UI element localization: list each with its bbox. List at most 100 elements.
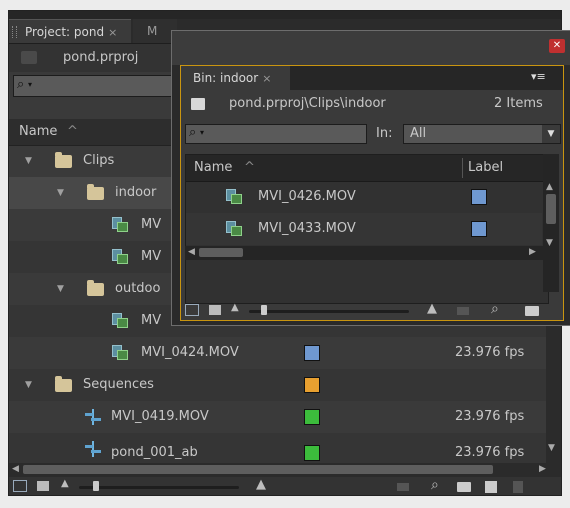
close-icon[interactable]: ✕	[549, 39, 565, 53]
chevron-down-icon[interactable]: ▼	[542, 125, 560, 143]
item-name: MV	[141, 217, 162, 232]
icon-view-icon[interactable]	[209, 305, 221, 315]
panel-top-edge	[9, 11, 561, 19]
frame-rate: 23.976 fps	[455, 445, 525, 460]
new-item-icon[interactable]	[485, 481, 497, 493]
bin-window[interactable]: ✕ Bin: indoor × ▾≡ pond.prproj\Clips\indo…	[171, 30, 570, 326]
in-label: In:	[376, 126, 393, 141]
list-item[interactable]: MVI_0426.MOV	[186, 181, 542, 213]
label-color-swatch[interactable]	[304, 345, 320, 361]
automate-sequence-icon[interactable]	[457, 307, 469, 315]
vertical-scrollbar[interactable]: ▲ ▼	[543, 154, 559, 292]
tab-bin[interactable]: Bin: indoor ×	[181, 66, 290, 90]
scrollbar-thumb[interactable]	[199, 248, 243, 257]
item-name: MVI_0419.MOV	[111, 409, 209, 424]
item-name: MV	[141, 249, 162, 264]
item-name: MVI_0433.MOV	[258, 221, 356, 236]
bin-search-input[interactable]: ⌕ ▾	[185, 124, 367, 144]
automate-sequence-icon[interactable]	[397, 483, 409, 491]
up-folder-icon[interactable]	[191, 98, 205, 110]
scroll-left-arrow-icon[interactable]: ◀	[188, 247, 195, 257]
name-column-header[interactable]: Name	[19, 124, 57, 139]
bin-bottom-toolbar: ▲ ▲ ⌕	[181, 301, 563, 320]
item-name: indoor	[115, 185, 157, 200]
tab-close-icon[interactable]: ×	[262, 72, 271, 85]
new-bin-icon[interactable]	[525, 306, 539, 316]
project-search-input[interactable]: ⌕ ▾	[13, 75, 173, 97]
icon-view-icon[interactable]	[37, 481, 49, 491]
bin-path: pond.prproj\Clips\indoor	[229, 96, 386, 111]
zoom-out-icon[interactable]: ▲	[61, 478, 69, 489]
project-bottom-toolbar: ▲ ▲ ⌕	[9, 477, 561, 495]
item-name: MV	[141, 313, 162, 328]
tab-project-label: Project: pond	[25, 25, 105, 39]
list-item[interactable]: MVI_0433.MOV	[186, 213, 542, 245]
label-color-swatch[interactable]	[471, 189, 487, 205]
scroll-left-arrow-icon[interactable]: ◀	[12, 464, 19, 474]
scroll-down-arrow-icon[interactable]: ▼	[548, 443, 555, 453]
search-icon: ⌕	[189, 125, 197, 140]
clip-icon	[226, 189, 242, 205]
zoom-slider-handle[interactable]	[93, 481, 99, 491]
disclosure-triangle-icon[interactable]: ▼	[25, 369, 32, 401]
new-bin-icon[interactable]	[457, 482, 471, 492]
zoom-in-icon[interactable]: ▲	[256, 477, 266, 492]
zoom-slider[interactable]	[249, 310, 409, 313]
list-view-icon[interactable]	[13, 480, 27, 492]
disclosure-triangle-icon[interactable]: ▼	[57, 273, 64, 305]
column-divider[interactable]	[462, 158, 463, 178]
find-icon[interactable]: ⌕	[491, 301, 499, 317]
list-item[interactable]: MVI_0419.MOV 23.976 fps	[9, 401, 555, 433]
item-name: outdoo	[115, 281, 161, 296]
search-dropdown-icon[interactable]: ▾	[200, 128, 204, 137]
list-item[interactable]: pond_001_ab 23.976 fps	[9, 433, 555, 463]
panel-menu-icon[interactable]: ▾≡	[531, 70, 546, 83]
label-color-swatch[interactable]	[304, 445, 320, 461]
label-color-swatch[interactable]	[304, 377, 320, 393]
scroll-right-arrow-icon[interactable]: ▶	[529, 247, 536, 257]
scrollbar-thumb[interactable]	[546, 194, 556, 224]
tab-project[interactable]: Project: pond ×	[9, 19, 131, 43]
find-icon[interactable]: ⌕	[431, 477, 439, 493]
horizontal-scrollbar[interactable]: ◀ ▶	[9, 463, 561, 477]
trash-icon[interactable]	[513, 481, 523, 493]
tab-bin-label: Bin: indoor	[193, 71, 259, 85]
scrollbar-thumb[interactable]	[23, 465, 493, 474]
in-filter-select[interactable]: All ▼	[403, 124, 561, 144]
tab-grip-icon[interactable]	[12, 26, 17, 38]
scroll-right-arrow-icon[interactable]: ▶	[539, 464, 546, 474]
sort-ascending-icon[interactable]: ^	[244, 160, 255, 175]
clip-icon	[112, 249, 128, 265]
disclosure-triangle-icon[interactable]: ▼	[57, 177, 64, 209]
search-dropdown-icon[interactable]: ▾	[28, 80, 32, 89]
folder-icon	[55, 152, 72, 168]
zoom-in-icon[interactable]: ▲	[427, 301, 437, 316]
label-color-swatch[interactable]	[304, 409, 320, 425]
sequence-icon	[85, 441, 101, 457]
name-column-header[interactable]: Name	[194, 160, 232, 175]
zoom-slider[interactable]	[79, 486, 239, 489]
zoom-out-icon[interactable]: ▲	[231, 302, 239, 313]
tab-close-icon[interactable]: ×	[108, 26, 117, 39]
list-view-icon[interactable]	[185, 304, 199, 316]
list-item[interactable]: MVI_0424.MOV 23.976 fps	[9, 337, 555, 369]
bin-item-list: Name ^ Label MVI_0426.MOV MVI_0433.MOV	[185, 154, 549, 304]
frame-rate: 23.976 fps	[455, 409, 525, 424]
tab-other-label: M	[147, 24, 158, 38]
clip-icon	[226, 221, 242, 237]
zoom-slider-handle[interactable]	[261, 305, 267, 315]
scroll-up-arrow-icon[interactable]: ▲	[546, 182, 553, 192]
folder-icon	[87, 184, 104, 200]
sort-ascending-icon[interactable]: ^	[67, 124, 78, 139]
item-name: MVI_0424.MOV	[141, 345, 239, 360]
clip-icon	[112, 313, 128, 329]
label-color-swatch[interactable]	[471, 221, 487, 237]
label-column-header[interactable]: Label	[468, 160, 503, 175]
disclosure-triangle-icon[interactable]: ▼	[25, 145, 32, 177]
clip-icon	[112, 217, 128, 233]
horizontal-scrollbar[interactable]: ◀ ▶	[185, 246, 559, 260]
list-item[interactable]: ▼ Sequences	[9, 369, 555, 401]
bin-panel: Bin: indoor × ▾≡ pond.prproj\Clips\indoor…	[180, 65, 564, 321]
bin-window-titlebar[interactable]	[172, 31, 570, 65]
search-icon: ⌕	[17, 77, 25, 92]
